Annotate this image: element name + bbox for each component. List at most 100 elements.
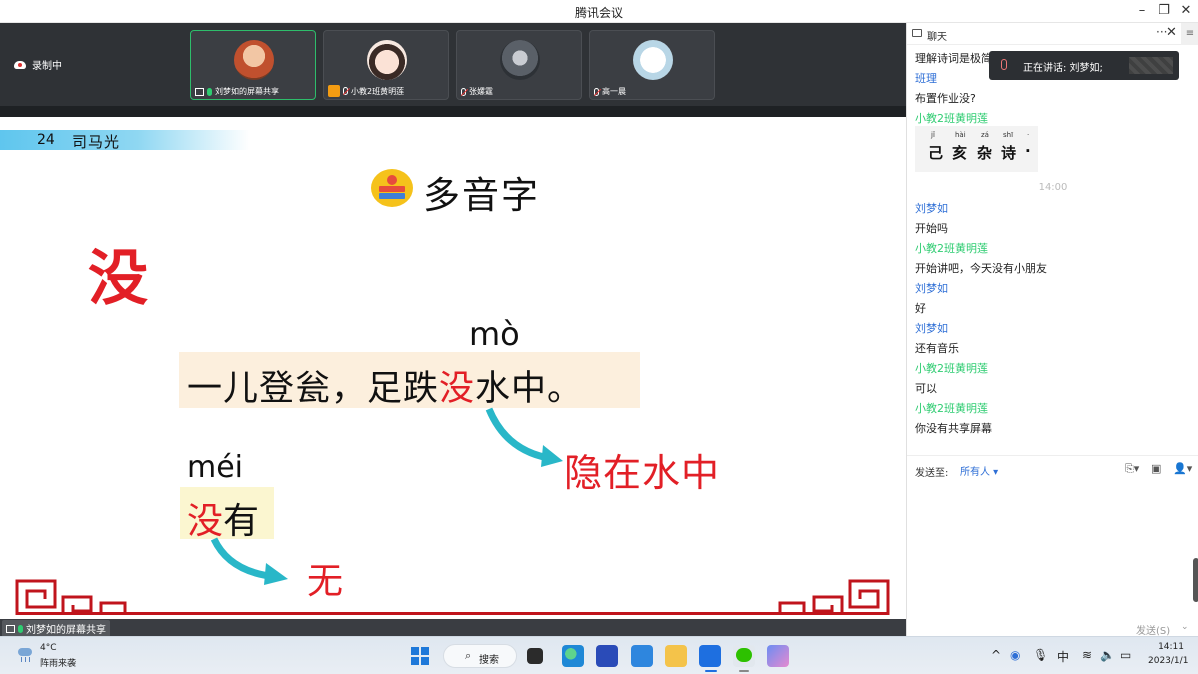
search-label: 搜索 — [479, 655, 499, 666]
participant-tile[interactable]: 张嫘霆 — [456, 30, 582, 100]
taskbar-date[interactable]: 2023/1/1 — [1148, 656, 1188, 666]
send-button[interactable]: 发送(S) — [1136, 622, 1170, 637]
recording-indicator[interactable]: 录制中 — [14, 57, 62, 72]
microphone-icon — [18, 624, 23, 633]
whiteboard-app-icon[interactable] — [596, 645, 618, 667]
microphone-muted-icon — [343, 87, 348, 95]
taskbar-search[interactable]: ⌕ 搜索 — [443, 644, 517, 668]
chat-time-separator: 14:00 — [1038, 182, 1068, 193]
cloud-record-icon — [14, 60, 26, 69]
arrow-icon — [210, 537, 288, 585]
battery-icon[interactable]: ▭ — [1120, 648, 1131, 662]
active-app-indicator — [705, 670, 717, 672]
mail-icon[interactable] — [631, 645, 653, 667]
screen: 腾讯会议 – ❐ ✕ 录制中 刘梦如的屏幕共享 小教2班黄明莲 张嫘霆 高一晨 … — [0, 0, 1198, 674]
host-icon — [328, 85, 340, 97]
participant-tile[interactable]: 高一晨 — [589, 30, 715, 100]
participant-name: 高一晨 — [602, 87, 626, 96]
books-apple-icon — [371, 169, 413, 207]
file-explorer-icon[interactable] — [665, 645, 687, 667]
avatar — [234, 40, 274, 80]
menu-icon[interactable]: ≡ — [1181, 23, 1198, 45]
avatar — [500, 40, 540, 80]
screen-share-icon — [6, 624, 15, 633]
send-to-label: 发送至: — [915, 468, 949, 479]
avatar — [367, 40, 407, 80]
participant-tile[interactable]: 小教2班黄明莲 — [323, 30, 449, 100]
chat-message-sender: 小教2班黄明莲 — [915, 112, 988, 125]
wifi-icon[interactable]: ≋ — [1082, 648, 1092, 662]
example-word-box: 没有 — [180, 487, 274, 542]
chat-message-sender: 小教2班黄明莲 — [915, 362, 988, 375]
task-view-icon[interactable] — [527, 648, 543, 664]
chat-message-text: 布置作业没? — [915, 92, 976, 105]
arrow-icon — [485, 407, 563, 467]
window-title: 腾讯会议 — [574, 6, 623, 20]
microphone-tray-icon[interactable]: 🎙 — [1033, 648, 1048, 662]
user-icon[interactable]: 👤▾ — [1173, 462, 1192, 475]
example-sentence-box: 一儿登瓮，足跌没水中。 — [179, 352, 640, 409]
weather-description[interactable]: 阵雨来袭 — [40, 656, 76, 669]
screen-share-icon — [195, 87, 204, 96]
file-icon[interactable]: ⎘▾ — [1125, 462, 1139, 476]
restore-button[interactable]: ❐ — [1154, 2, 1174, 20]
participant-name: 小教2班黄明莲 — [351, 86, 405, 96]
participant-tile[interactable]: 刘梦如的屏幕共享 — [190, 30, 316, 100]
wechat-icon[interactable] — [733, 645, 755, 667]
chat-message-text: 好 — [915, 302, 926, 315]
weather-rain-icon[interactable] — [16, 646, 34, 662]
speaking-indicator: 正在讲话: 刘梦如; — [989, 51, 1179, 80]
main-character: 没 — [88, 244, 148, 314]
chat-message-sender: 刘梦如 — [915, 322, 948, 335]
windows-start-icon[interactable] — [411, 647, 429, 665]
chat-message-sender: 小教2班黄明莲 — [915, 402, 988, 415]
speaking-label: 正在讲话: 刘梦如; — [1023, 63, 1103, 74]
window-titlebar: 腾讯会议 – ❐ ✕ — [0, 0, 1198, 23]
search-icon: ⌕ — [465, 649, 472, 662]
screen-share-tag[interactable]: 刘梦如的屏幕共享 — [2, 620, 110, 637]
chat-message-text: 还有音乐 — [915, 342, 959, 355]
fret-pattern-left — [15, 579, 127, 615]
minimize-button[interactable]: – — [1132, 2, 1152, 20]
screenshot-icon[interactable]: ▣ — [1151, 462, 1161, 475]
chevron-up-icon[interactable]: ^ — [991, 648, 1001, 662]
input-method-indicator[interactable]: 中 — [1057, 648, 1069, 665]
recording-label: 录制中 — [32, 61, 62, 72]
chat-message-text: 可以 — [915, 382, 937, 395]
chat-message-text: 开始吗 — [915, 222, 948, 235]
tencent-meeting-icon[interactable] — [699, 645, 721, 667]
microphone-muted-icon — [594, 87, 599, 96]
close-button[interactable]: ✕ — [1176, 2, 1196, 20]
strip-divider — [0, 106, 906, 117]
chevron-down-icon[interactable]: ⌄ — [1181, 622, 1189, 632]
send-to-dropdown[interactable]: 所有人 ▾ — [960, 463, 998, 478]
lesson-title: 司马光 — [72, 133, 121, 151]
pinyin-mei: méi — [187, 450, 244, 485]
close-chat-icon[interactable]: ✕ — [1166, 25, 1177, 40]
chat-message-sender: 刘梦如 — [915, 282, 948, 295]
chat-image[interactable]: jǐ hài zá shī · 己 亥 杂 诗 · — [915, 126, 1038, 172]
weather-temperature[interactable]: 4°C — [40, 643, 57, 653]
photos-app-icon[interactable] — [767, 645, 789, 667]
pinyin-mo: mò — [469, 315, 520, 353]
taskbar-time[interactable]: 14:11 — [1148, 642, 1184, 652]
chat-title: 聊天 — [927, 32, 947, 43]
slide-heading: 多音字 — [423, 174, 540, 217]
chat-message-text: 你没有共享屏幕 — [915, 422, 992, 435]
chat-panel: 聊天 ··· ✕ ≡ 理解诗词是极简 班理 布置作业没? 小教2班黄明莲 正在讲… — [906, 23, 1198, 637]
meaning-mei: 无 — [307, 561, 344, 602]
fret-pattern-right — [778, 579, 890, 615]
participant-name: 张嫘霆 — [469, 87, 493, 96]
scrollbar-handle[interactable] — [1193, 558, 1198, 602]
edge-browser-icon[interactable] — [562, 645, 584, 667]
chat-icon — [912, 29, 922, 37]
volume-icon[interactable]: 🔈 — [1100, 648, 1115, 662]
chat-message-text: 理解诗词是极简 — [915, 52, 992, 65]
network-app-icon[interactable]: ◉ — [1010, 648, 1020, 662]
share-status-bar: 刘梦如的屏幕共享 — [0, 619, 906, 637]
chat-message-sender: 刘梦如 — [915, 202, 948, 215]
chat-compose-area[interactable]: 发送至: 所有人 ▾ ⎘▾ ▣ 👤▾ 发送(S) ⌄ — [907, 455, 1198, 637]
participant-name: 刘梦如的屏幕共享 — [215, 87, 279, 96]
avatar — [633, 40, 673, 80]
windows-taskbar: 4°C 阵雨来袭 ⌕ 搜索 ^ ◉ 🎙 中 ≋ 🔈 ▭ 14:11 2023/1… — [0, 636, 1198, 674]
